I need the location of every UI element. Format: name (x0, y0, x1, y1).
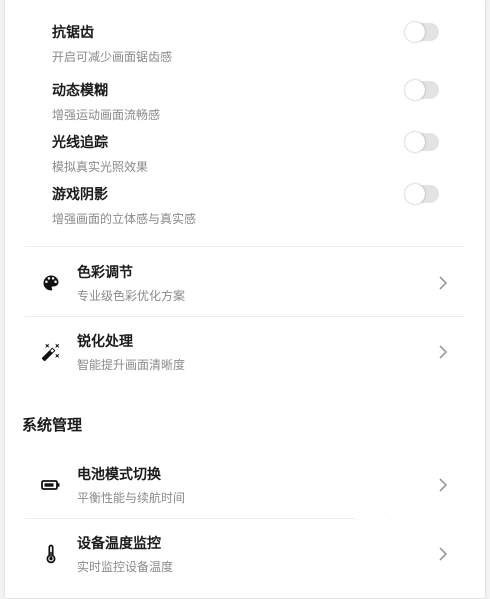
toggle-title: 动态模糊 (52, 83, 108, 99)
color-adjust-item[interactable]: 色彩调节 专业级色彩优化方案 (5, 262, 485, 328)
toggle-row-ray-tracing: 光线追踪 模拟真实光照效果 (5, 132, 485, 180)
toggle-row-motion-blur: 动态模糊 增强运动画面流畅感 (5, 80, 485, 128)
toggle-desc: 开启可减少画面锯齿感 (52, 50, 173, 64)
toggle-row-anti-aliasing: 抗锯齿 开启可减少画面锯齿感 (5, 22, 485, 70)
item-title: 电池模式切换 (77, 467, 161, 483)
item-desc: 实时监控设备温度 (77, 560, 174, 574)
settings-panel: 抗锯齿 开启可减少画面锯齿感 动态模糊 增强运动画面流畅感 光线追踪 模拟真实光… (5, 0, 485, 598)
game-shadow-switch[interactable] (405, 184, 439, 204)
palette-icon (41, 273, 61, 293)
toggle-desc: 模拟真实光照效果 (52, 160, 149, 174)
switch-knob (405, 80, 425, 100)
sharpening-item[interactable]: 锐化处理 智能提升画面清晰度 (5, 331, 485, 397)
magic-wand-icon (41, 342, 61, 362)
anti-aliasing-switch[interactable] (405, 22, 439, 42)
battery-icon (41, 475, 61, 495)
thermometer-icon (41, 544, 61, 564)
battery-mode-item[interactable]: 电池模式切换 平衡性能与续航时间 (5, 464, 485, 530)
chevron-right-icon (437, 546, 449, 562)
toggle-title: 抗锯齿 (52, 25, 94, 41)
chevron-right-icon (437, 344, 449, 360)
motion-blur-switch[interactable] (405, 80, 439, 100)
toggle-desc: 增强运动画面流畅感 (52, 108, 161, 122)
section-title-system: 系统管理 (22, 416, 83, 434)
divider (25, 246, 465, 247)
toggle-row-game-shadow: 游戏阴影 增强画面的立体感与真实感 (5, 184, 485, 232)
chevron-right-icon (437, 477, 449, 493)
item-title: 设备温度监控 (77, 536, 161, 552)
toggle-title: 游戏阴影 (52, 187, 108, 203)
toggle-desc: 增强画面的立体感与真实感 (52, 212, 197, 226)
item-title: 锐化处理 (77, 334, 133, 350)
toggle-title: 光线追踪 (52, 135, 108, 151)
item-desc: 专业级色彩优化方案 (77, 289, 186, 303)
switch-knob (405, 22, 425, 42)
switch-knob (405, 184, 425, 204)
divider (25, 316, 465, 317)
divider (25, 518, 355, 519)
temperature-monitor-item[interactable]: 设备温度监控 实时监控设备温度 (5, 533, 485, 599)
switch-knob (405, 132, 425, 152)
ray-tracing-switch[interactable] (405, 132, 439, 152)
item-desc: 平衡性能与续航时间 (77, 491, 186, 505)
faint-divider-dots: · · · · (355, 516, 397, 526)
item-desc: 智能提升画面清晰度 (77, 358, 186, 372)
item-title: 色彩调节 (77, 265, 133, 281)
chevron-right-icon (437, 275, 449, 291)
